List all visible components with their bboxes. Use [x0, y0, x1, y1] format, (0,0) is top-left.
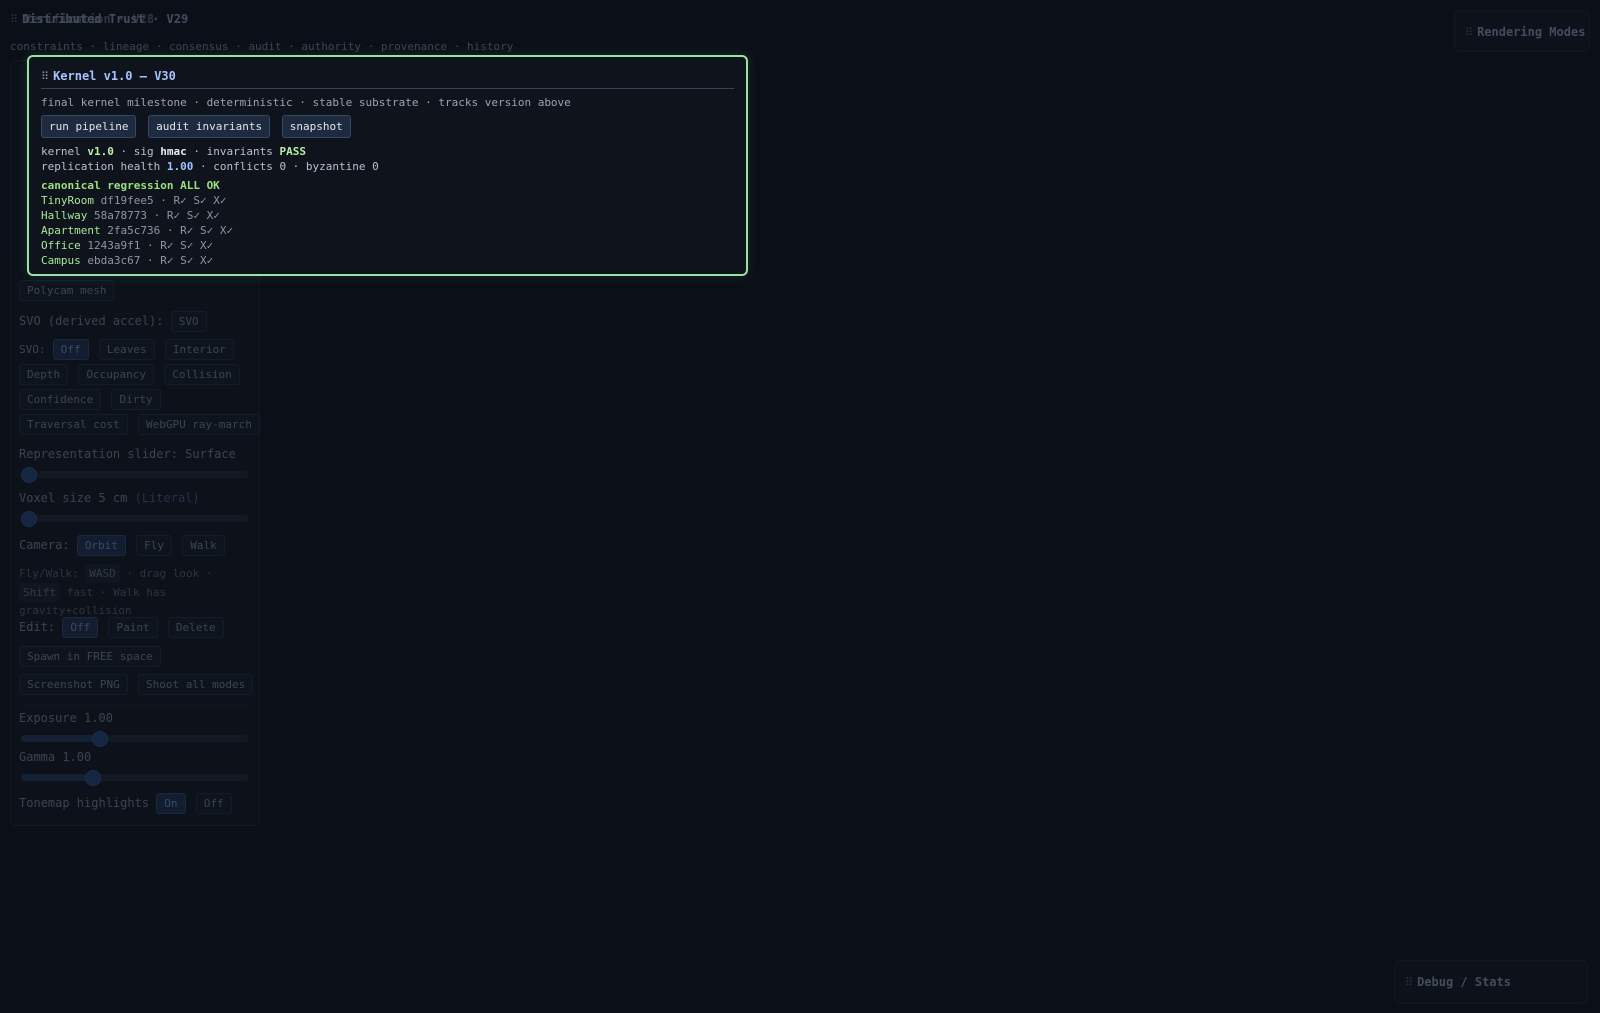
- svo-label: SVO:: [19, 343, 46, 356]
- camera-fly-button[interactable]: Fly: [136, 535, 173, 556]
- divider: [19, 705, 251, 706]
- kernel-actions: run pipeline audit invariants snapshot: [41, 115, 734, 138]
- edit-delete-button[interactable]: Delete: [167, 617, 224, 638]
- audit-invariants-button[interactable]: audit invariants: [148, 115, 271, 138]
- exposure-slider-knob[interactable]: [92, 731, 108, 747]
- list-item: Hallway 58a78773 · R✓ S✓ X✓: [41, 208, 734, 223]
- polycam-mesh-chip[interactable]: Polycam mesh: [19, 280, 115, 301]
- representation-slider[interactable]: [21, 467, 249, 483]
- scene-detail: df19fee5 · R✓ S✓ X✓: [100, 194, 227, 207]
- snapshot-button[interactable]: snapshot: [281, 115, 351, 138]
- svo-depth-button[interactable]: Depth: [19, 364, 69, 385]
- flywalk-hint: Fly/Walk: WASD · drag look · Shift fast …: [19, 564, 239, 619]
- stacked-subtitle: constraints · lineage · consensus · audi…: [10, 40, 514, 53]
- drag-handle-icon[interactable]: ⠿: [1405, 976, 1413, 989]
- tonemap-label: Tonemap highlights: [19, 796, 150, 810]
- voxel-size-label: Voxel size 5 cm: [19, 491, 128, 505]
- exposure-label: Exposure 1.00: [19, 711, 113, 725]
- debug-stats-panel[interactable]: ⠿ Debug / Stats: [1394, 960, 1588, 1004]
- invariants-status: PASS: [279, 145, 306, 158]
- edit-paint-button[interactable]: Paint: [108, 617, 158, 638]
- edit-off-button[interactable]: Off: [62, 617, 99, 638]
- svo-traversal-cost-button[interactable]: Traversal cost: [19, 414, 128, 435]
- list-item: Campus ebda3c67 · R✓ S✓ X✓: [41, 253, 734, 268]
- voxel-size-slider[interactable]: [21, 511, 249, 527]
- rendering-modes-title: Rendering Modes: [1477, 25, 1586, 39]
- stacked-title-2[interactable]: Verification · V28: [24, 12, 154, 26]
- scene-name: Hallway: [41, 209, 88, 222]
- spawn-free-space-button[interactable]: Spawn in FREE space: [19, 646, 161, 667]
- exposure-slider[interactable]: [21, 731, 249, 747]
- scene-detail: 2fa5c736 · R✓ S✓ X✓: [107, 224, 234, 237]
- kernel-description: final kernel milestone · deterministic ·…: [41, 96, 571, 109]
- gamma-slider-fill: [21, 774, 92, 781]
- rendering-modes-panel[interactable]: ⠿ Rendering Modes: [1454, 10, 1590, 52]
- svo-derived-label: SVO (derived accel):: [19, 314, 164, 328]
- wasd-key: WASD: [85, 564, 120, 583]
- regression-title: canonical regression ALL OK: [41, 179, 220, 192]
- kernel-version: v1.0: [87, 145, 114, 158]
- svo-webgpu-raymarch-button[interactable]: WebGPU ray-march: [137, 414, 260, 435]
- drag-handle-icon[interactable]: ⠿: [10, 13, 18, 26]
- debug-stats-title: Debug / Stats: [1417, 975, 1511, 989]
- scene-name: Campus: [41, 254, 81, 267]
- drag-handle-icon[interactable]: ⠿: [1465, 26, 1473, 39]
- drag-handle-icon[interactable]: ⠿: [41, 70, 49, 83]
- list-item: Apartment 2fa5c736 · R✓ S✓ X✓: [41, 223, 734, 238]
- scene-detail: 58a78773 · R✓ S✓ X✓: [93, 209, 220, 222]
- gamma-slider-knob[interactable]: [85, 770, 101, 786]
- camera-walk-button[interactable]: Walk: [182, 535, 225, 556]
- camera-label: Camera:: [19, 538, 70, 552]
- tonemap-off-button[interactable]: Off: [195, 793, 232, 814]
- scene-name: Office: [41, 239, 81, 252]
- gamma-slider[interactable]: [21, 770, 249, 786]
- kernel-panel-title: Kernel v1.0 — V30: [53, 69, 176, 83]
- svo-interior-button[interactable]: Interior: [164, 339, 234, 360]
- representation-slider-knob[interactable]: [21, 467, 37, 483]
- regression-list: TinyRoom df19fee5 · R✓ S✓ X✓ Hallway 58a…: [41, 193, 734, 268]
- svo-leaves-button[interactable]: Leaves: [98, 339, 155, 360]
- tonemap-on-button[interactable]: On: [156, 793, 186, 814]
- list-item: Office 1243a9f1 · R✓ S✓ X✓: [41, 238, 734, 253]
- exposure-slider-fill: [21, 735, 99, 742]
- svo-collision-button[interactable]: Collision: [164, 364, 240, 385]
- signature-scheme: hmac: [160, 145, 187, 158]
- screenshot-png-button[interactable]: Screenshot PNG: [19, 674, 128, 695]
- replication-health: 1.00: [166, 160, 194, 173]
- svo-off-button[interactable]: Off: [52, 339, 89, 360]
- scene-name: TinyRoom: [41, 194, 94, 207]
- scene-detail: 1243a9f1 · R✓ S✓ X✓: [87, 239, 214, 252]
- svo-confidence-button[interactable]: Confidence: [19, 389, 102, 410]
- shift-key: Shift: [19, 583, 61, 602]
- shoot-all-modes-button[interactable]: Shoot all modes: [137, 674, 254, 695]
- gamma-label: Gamma 1.00: [19, 750, 92, 764]
- edit-label: Edit:: [19, 620, 56, 634]
- voxel-size-note: (Literal): [134, 491, 200, 505]
- list-item: TinyRoom df19fee5 · R✓ S✓ X✓: [41, 193, 734, 208]
- stacked-panel-headers: ⠿ Distributed Trust · V29 Verification · …: [10, 4, 575, 56]
- representation-slider-label: Representation slider: Surface: [19, 447, 236, 461]
- kernel-panel-header[interactable]: ⠿ Kernel v1.0 — V30: [41, 65, 734, 89]
- svo-occupancy-button[interactable]: Occupancy: [78, 364, 154, 385]
- replication-line: replication health 1.00 · conflicts 0 · …: [41, 160, 379, 173]
- scene-name: Apartment: [41, 224, 101, 237]
- camera-orbit-button[interactable]: Orbit: [76, 535, 126, 556]
- svo-chip[interactable]: SVO: [170, 311, 207, 332]
- svo-dirty-button[interactable]: Dirty: [111, 389, 161, 410]
- kernel-panel: ⠿ Kernel v1.0 — V30 final kernel mileston…: [27, 55, 748, 276]
- voxel-size-slider-knob[interactable]: [21, 511, 37, 527]
- scene-detail: ebda3c67 · R✓ S✓ X✓: [87, 254, 214, 267]
- run-pipeline-button[interactable]: run pipeline: [41, 115, 137, 138]
- kernel-status-line: kernel v1.0 · sig hmac · invariants PASS: [41, 145, 306, 158]
